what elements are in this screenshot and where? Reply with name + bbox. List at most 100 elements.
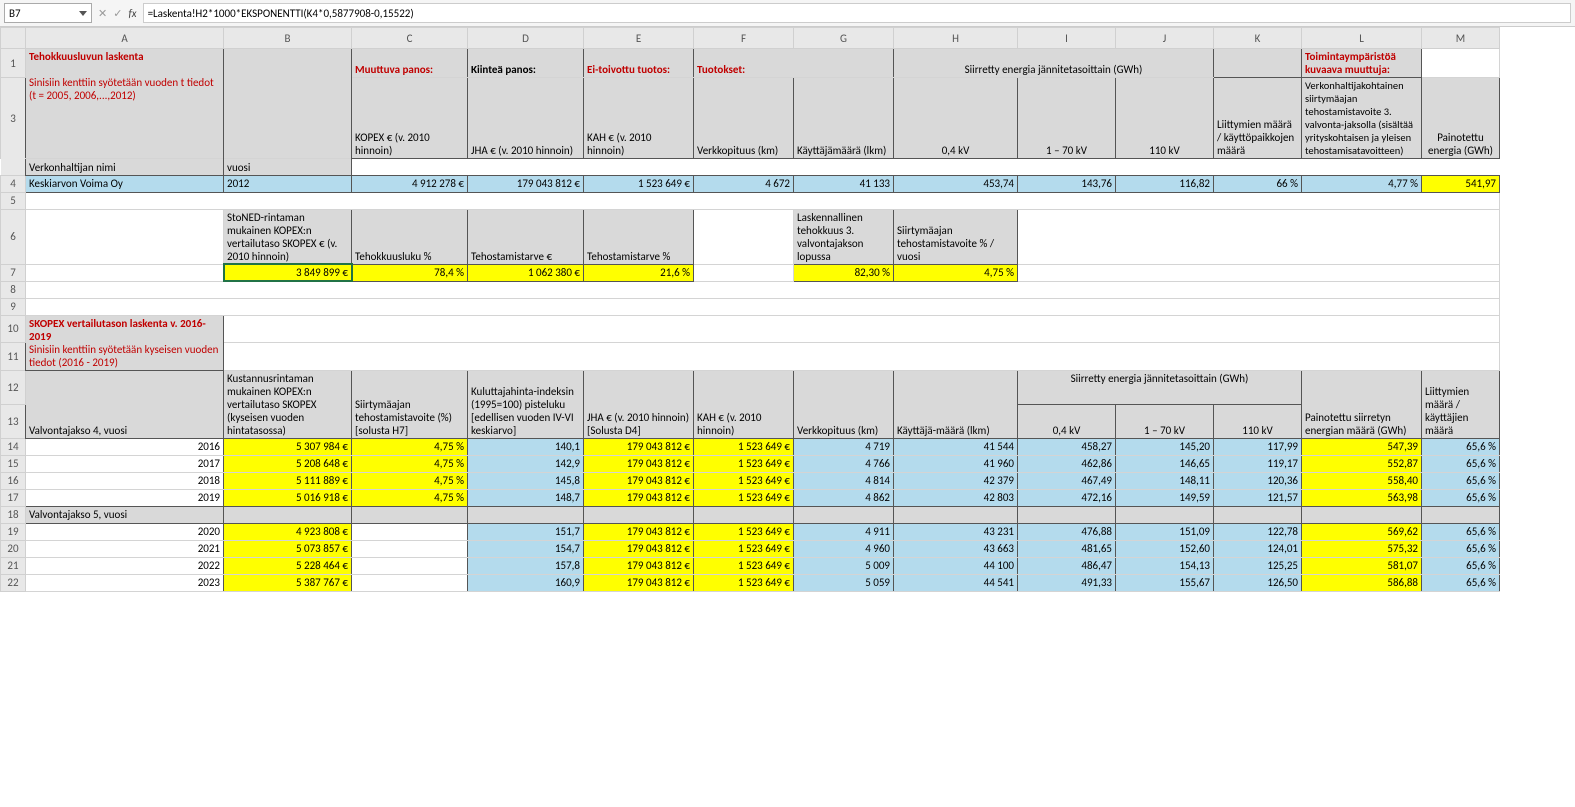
cell-M4[interactable]: 541,97: [1422, 175, 1500, 192]
name-box-dropdown-icon[interactable]: [79, 11, 87, 16]
name-box[interactable]: B7: [4, 3, 92, 23]
header-kiintea: Kiinteä panos:: [468, 49, 584, 78]
hdr-tehokkuus: Tehokkuusluku %: [352, 209, 468, 264]
row6-rest[interactable]: [1018, 209, 1500, 264]
fx-icon[interactable]: fx: [128, 7, 136, 20]
cell-I4[interactable]: 143,76: [1018, 175, 1116, 192]
cell-A7[interactable]: [26, 264, 224, 281]
row-16[interactable]: 16: [1, 472, 26, 489]
col-J[interactable]: J: [1116, 28, 1214, 49]
col-M[interactable]: M: [1422, 28, 1500, 49]
row-19[interactable]: 19: [1, 523, 26, 540]
cell-M14[interactable]: 65,6 %: [1422, 438, 1500, 455]
accept-icon[interactable]: ✓: [113, 7, 122, 20]
col-D[interactable]: D: [468, 28, 584, 49]
header-tuotokset: Tuotokset:: [694, 49, 894, 78]
header-K: [1214, 49, 1302, 78]
row-22[interactable]: 22: [1, 574, 26, 591]
row-14[interactable]: 14: [1, 438, 26, 455]
cell-B4[interactable]: 2012: [224, 175, 352, 192]
header-eitoivottu: Ei-toivottu tuotos:: [584, 49, 694, 78]
col-E[interactable]: E: [584, 28, 694, 49]
cell-C7[interactable]: 78,4 %: [352, 264, 468, 281]
cell-E7[interactable]: 21,6 %: [584, 264, 694, 281]
cell-E14[interactable]: 179 043 812 €: [584, 438, 694, 455]
col-C[interactable]: C: [352, 28, 468, 49]
row-9[interactable]: 9: [1, 298, 26, 315]
cell-K14[interactable]: 117,99: [1214, 438, 1302, 455]
hdr-painotettu: Painotettu energia (GWh): [1422, 78, 1500, 159]
cell-C14[interactable]: 4,75 %: [352, 438, 468, 455]
col-G[interactable]: G: [794, 28, 894, 49]
hdr-04kv: 0,4 kV: [894, 78, 1018, 159]
cell-L14[interactable]: 547,39: [1302, 438, 1422, 455]
row-7[interactable]: 7: [1, 264, 26, 281]
cell-A6[interactable]: [26, 209, 224, 264]
row-1[interactable]: 1: [1, 49, 26, 78]
row5-empty[interactable]: [26, 192, 1500, 209]
cell-G14[interactable]: 4 719: [794, 438, 894, 455]
row7-rest[interactable]: [1018, 264, 1500, 281]
cell-K4[interactable]: 66 %: [1214, 175, 1302, 192]
cell-F6[interactable]: [694, 209, 794, 264]
row-15[interactable]: 15: [1, 455, 26, 472]
hdr-verkonhaltijan-nimi: Verkonhaltijan nimi: [26, 158, 224, 175]
row-8[interactable]: 8: [1, 281, 26, 298]
cell-H4[interactable]: 453,74: [894, 175, 1018, 192]
cell-F4[interactable]: 4 672: [694, 175, 794, 192]
cell-J14[interactable]: 145,20: [1116, 438, 1214, 455]
row-20[interactable]: 20: [1, 540, 26, 557]
col-A[interactable]: A: [26, 28, 224, 49]
hdr-verkko2: Verkkopituus (km): [794, 370, 894, 438]
cancel-icon[interactable]: ✕: [98, 7, 107, 20]
cell-H14[interactable]: 41 544: [894, 438, 1018, 455]
row-3[interactable]: 3: [1, 78, 26, 159]
title-cell: Tehokkuusluvun laskenta Sinisiin kenttii…: [26, 49, 224, 159]
hdr-110kv: 110 kV: [1116, 78, 1214, 159]
cell-F7[interactable]: [694, 264, 794, 281]
cell-H7[interactable]: 4,75 %: [894, 264, 1018, 281]
row-11[interactable]: 11: [1, 343, 26, 371]
row-6[interactable]: 6: [1, 209, 26, 264]
col-I[interactable]: I: [1018, 28, 1116, 49]
cell-G4[interactable]: 41 133: [794, 175, 894, 192]
select-all-corner[interactable]: [1, 28, 26, 49]
cell-D7[interactable]: 1 062 380 €: [468, 264, 584, 281]
hdr-kah: KAH € (v. 2010 hinnoin): [584, 78, 694, 159]
header-toimintay: Toimintaympäristöä kuvaava muuttuja:: [1302, 49, 1422, 78]
cell-F14[interactable]: 1 523 649 €: [694, 438, 794, 455]
cell-B14[interactable]: 5 307 984 €: [224, 438, 352, 455]
row-10[interactable]: 10: [1, 315, 26, 343]
row-4[interactable]: 4: [1, 175, 26, 192]
cell-L4[interactable]: 4,77 %: [1302, 175, 1422, 192]
col-L[interactable]: L: [1302, 28, 1422, 49]
row-18[interactable]: 18: [1, 506, 26, 523]
header-muuttuva: Muuttuva panos:: [352, 49, 468, 78]
hdr-kuluttaja: Kuluttajahinta-indeksin (1995=100) piste…: [468, 370, 584, 438]
cell-G7[interactable]: 82,30 %: [794, 264, 894, 281]
spreadsheet-grid[interactable]: A B C D E F G H I J K L M 1 Tehokkuusluv…: [0, 27, 1575, 592]
cell-A4[interactable]: Keskiarvon Voima Oy: [26, 175, 224, 192]
col-K[interactable]: K: [1214, 28, 1302, 49]
formula-bar: B7 ✕ ✓ fx =Laskenta!H2*1000*EKSPONENTTI(…: [0, 0, 1575, 27]
cell-A14[interactable]: 2016: [26, 438, 224, 455]
cell-B7[interactable]: 3 849 899 €: [224, 264, 352, 281]
cell-D14[interactable]: 140,1: [468, 438, 584, 455]
row-12[interactable]: 12: [1, 370, 26, 404]
row-13[interactable]: 13: [1, 404, 26, 438]
hdr-170kv-2: 1 – 70 kV: [1116, 404, 1214, 438]
formula-text: =Laskenta!H2*1000*EKSPONENTTI(K4*0,58779…: [148, 7, 414, 20]
row-21[interactable]: 21: [1, 557, 26, 574]
hdr-laskennallinen: Laskennallinen tehokkuus 3. valvontajaks…: [794, 209, 894, 264]
cell-I14[interactable]: 458,27: [1018, 438, 1116, 455]
row-5[interactable]: 5: [1, 192, 26, 209]
col-B[interactable]: B: [224, 28, 352, 49]
cell-C4[interactable]: 4 912 278 €: [352, 175, 468, 192]
col-H[interactable]: H: [894, 28, 1018, 49]
cell-D4[interactable]: 179 043 812 €: [468, 175, 584, 192]
formula-input[interactable]: =Laskenta!H2*1000*EKSPONENTTI(K4*0,58779…: [143, 3, 1571, 23]
cell-J4[interactable]: 116,82: [1116, 175, 1214, 192]
cell-E4[interactable]: 1 523 649 €: [584, 175, 694, 192]
row-17[interactable]: 17: [1, 489, 26, 506]
col-F[interactable]: F: [694, 28, 794, 49]
